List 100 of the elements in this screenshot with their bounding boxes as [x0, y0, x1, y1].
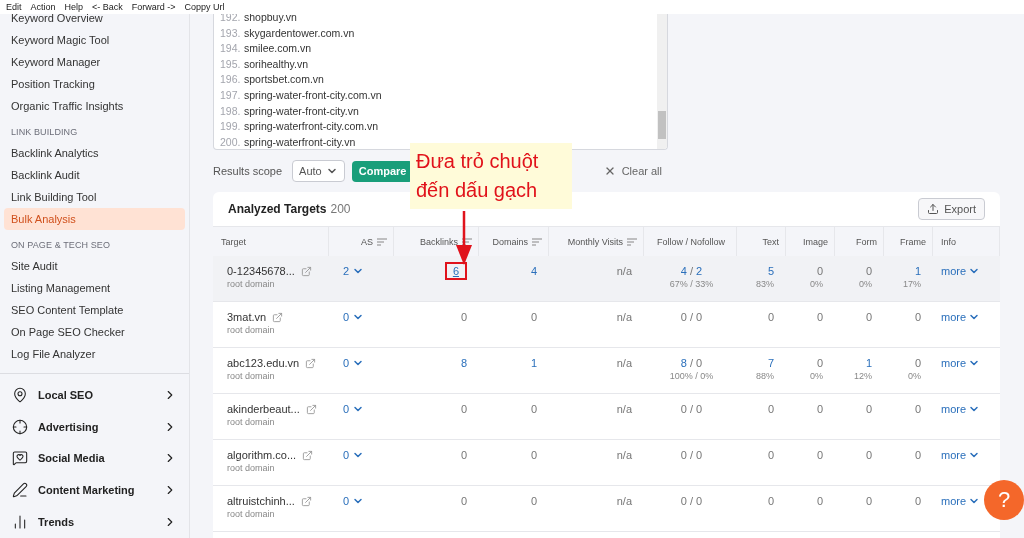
cell-value: 0 [816, 449, 823, 461]
sidebar-item[interactable]: Keyword Overview [4, 14, 185, 29]
line-number: 192. [220, 14, 242, 25]
value-link[interactable]: 4 [530, 265, 537, 277]
cell-value: 0 [914, 403, 921, 415]
category-icon [12, 450, 28, 467]
domain-entry: smilee.com.vn [244, 41, 312, 57]
percentage: 0% [859, 279, 872, 289]
sidebar-category[interactable]: Trends [0, 506, 189, 538]
authority-score-dropdown[interactable]: 0 [343, 449, 365, 461]
cell-value: 0 [914, 357, 921, 369]
sidebar-category[interactable]: Social Media [0, 442, 189, 475]
line-number: 196. [220, 72, 242, 88]
target-domain: akinderbeaut... [227, 403, 300, 415]
value-link[interactable]: 6 [444, 262, 467, 280]
external-link-icon[interactable] [305, 403, 317, 415]
menu-item[interactable]: Action [30, 0, 56, 14]
domain-entry: sportsbet.com.vn [244, 72, 324, 88]
cell-value: n/a [616, 265, 632, 277]
menu-item[interactable]: Forward -> [131, 0, 176, 14]
external-link-icon[interactable] [305, 357, 317, 369]
sort-icon[interactable] [462, 237, 472, 246]
category-icon [12, 418, 28, 435]
domain-entry: shopbuy.vn [244, 14, 297, 25]
more-link[interactable]: more [941, 403, 981, 415]
authority-score-dropdown[interactable]: 0 [343, 403, 365, 415]
domain-entry: skygardentower.com.vn [244, 25, 355, 41]
more-link[interactable]: more [941, 265, 981, 277]
domain-entry: spring-water-front-city.com.vn [244, 87, 382, 103]
menu-item[interactable]: Edit [6, 0, 22, 14]
value-link[interactable]: 1 [914, 265, 921, 277]
value-link[interactable]: 1 [865, 357, 872, 369]
percentage: 0% [810, 279, 823, 289]
more-link[interactable]: more [941, 495, 981, 507]
sidebar-item[interactable]: Listing Management [4, 277, 185, 299]
scope-select[interactable]: Auto [292, 160, 345, 182]
target-count: 200 [330, 202, 351, 216]
percentage: 12% [854, 371, 872, 381]
value-link[interactable]: 7 [767, 357, 774, 369]
cell-value: n/a [616, 403, 632, 415]
value-link[interactable]: 5 [767, 265, 774, 277]
value-link[interactable]: 1 [530, 357, 537, 369]
sidebar-item[interactable]: Backlink Analytics [4, 142, 185, 164]
cell-value: 0 [530, 449, 537, 461]
authority-score-dropdown[interactable]: 0 [343, 311, 365, 323]
sidebar-category[interactable]: Local SEO [0, 378, 189, 411]
menu-item[interactable]: Coppy Url [184, 0, 225, 14]
external-link-icon[interactable] [300, 265, 312, 277]
more-link[interactable]: more [941, 357, 981, 369]
external-link-icon[interactable] [300, 495, 312, 507]
sidebar-item[interactable]: Backlink Audit [4, 164, 185, 186]
sidebar-item[interactable]: Link Building Tool [4, 186, 185, 208]
authority-score-dropdown[interactable]: 0 [343, 495, 365, 507]
domain-entry: spring-water-front-city.vn [244, 103, 359, 119]
sidebar-item[interactable]: Organic Traffic Insights [4, 95, 185, 117]
sidebar-category[interactable]: Advertising [0, 410, 189, 443]
cell-value: n/a [616, 311, 632, 323]
cell-value: 0 [914, 495, 921, 507]
menu-item[interactable]: Help [64, 0, 84, 14]
sidebar-item[interactable]: Log File Analyzer [4, 343, 185, 365]
sidebar-item[interactable]: Position Tracking [4, 73, 185, 95]
sidebar-category[interactable]: Content Marketing [0, 474, 189, 507]
more-link[interactable]: more [941, 449, 981, 461]
cell-value: 0 [816, 357, 823, 369]
menu-item[interactable]: <- Back [92, 0, 123, 14]
arrow-drawing [456, 211, 472, 265]
sidebar-item[interactable]: Site Audit [4, 255, 185, 277]
percentage: 88% [756, 371, 774, 381]
follow-nofollow-value: 4 / 2 [680, 265, 703, 277]
percentage: 17% [903, 279, 921, 289]
follow-nofollow-value: 0 / 0 [680, 403, 703, 415]
sidebar-item[interactable]: Keyword Manager [4, 51, 185, 73]
scrollbar[interactable] [657, 14, 667, 149]
sidebar-item[interactable]: SEO Content Template [4, 299, 185, 321]
sidebar-item[interactable]: On Page SEO Checker [4, 321, 185, 343]
follow-nofollow-value: 8 / 0 [680, 357, 703, 369]
target-type: root domain [227, 279, 275, 289]
target-list-field[interactable] [213, 14, 668, 150]
target-type: root domain [227, 463, 275, 473]
cell-value: n/a [616, 357, 632, 369]
clear-all-button[interactable]: Clear all [597, 164, 668, 178]
more-link[interactable]: more [941, 311, 981, 323]
line-number: 199. [220, 119, 242, 135]
external-link-icon[interactable] [272, 311, 284, 323]
cell-value: n/a [616, 449, 632, 461]
table-row[interactable]: 0-12345678... root domain 2 6 4 n/a 4 / 2 67% / 33% 5 83% 0 0% 0 0% 1 17% more [213, 256, 1000, 302]
scope-label: Results scope [213, 165, 283, 177]
sidebar-item[interactable]: Bulk Analysis [4, 208, 185, 230]
export-icon[interactable] [927, 203, 940, 215]
cell-value: 0 [865, 449, 872, 461]
external-link-icon[interactable] [302, 449, 314, 461]
cell-value: 0 [816, 265, 823, 277]
target-domain: 3mat.vn [227, 311, 267, 323]
authority-score-dropdown[interactable]: 2 [343, 265, 365, 277]
percentage: 100% / 0% [669, 371, 714, 381]
authority-score-dropdown[interactable]: 0 [343, 357, 365, 369]
value-link[interactable]: 8 [460, 357, 467, 369]
export-button[interactable]: Export [918, 198, 985, 220]
sidebar-item[interactable]: Keyword Magic Tool [4, 29, 185, 51]
cell-value: 0 [460, 403, 467, 415]
